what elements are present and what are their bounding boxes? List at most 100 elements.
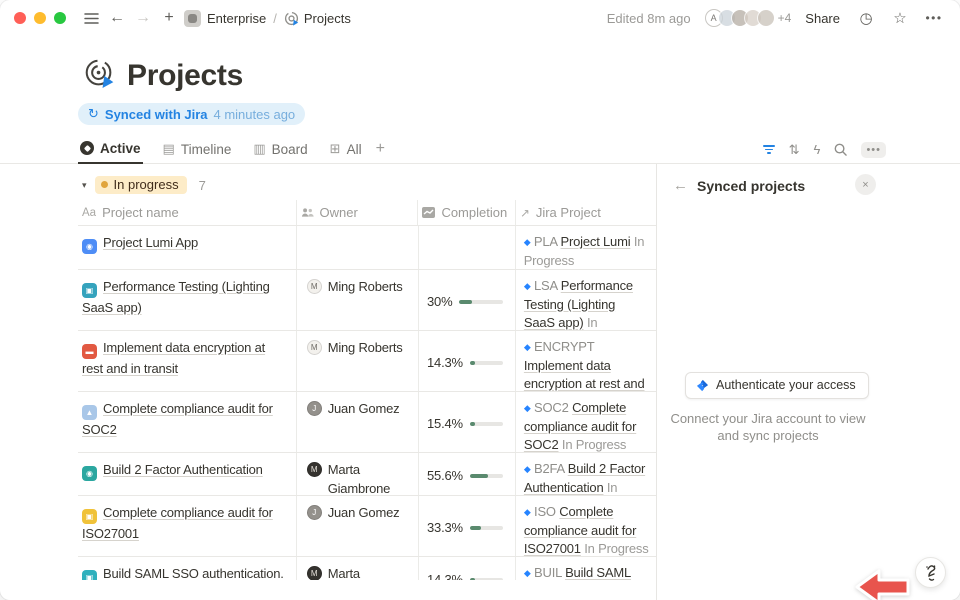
jira-project-cell[interactable]: ◆ ISO Complete compliance audit for ISO2…: [516, 496, 657, 556]
project-name-cell[interactable]: ◉Project Lumi App: [78, 226, 297, 269]
search-icon[interactable]: [834, 143, 847, 156]
jira-diamond-icon: ◆: [524, 281, 531, 291]
owner-cell[interactable]: [297, 226, 419, 269]
external-arrow-icon: ↗: [520, 206, 530, 220]
jira-project-cell[interactable]: ◆ LSA Performance Testing (Lighting SaaS…: [516, 270, 657, 330]
close-window-button[interactable]: [14, 12, 26, 24]
tab-label: All: [347, 142, 362, 157]
progress-bar: [470, 422, 503, 426]
sync-label: Synced with Jira: [105, 107, 208, 122]
completion-cell[interactable]: [419, 226, 516, 269]
panel-title: Synced projects: [697, 178, 805, 194]
view-more-icon[interactable]: •••: [861, 142, 886, 158]
jira-project-cell[interactable]: ◆ PLA Project Lumi In Progress: [516, 226, 657, 269]
app-window: ← → + Enterprise / Projects Edited 8m ag…: [0, 0, 960, 600]
sidebar-toggle-icon[interactable]: [78, 5, 104, 31]
add-view-button[interactable]: +: [376, 140, 385, 158]
project-icon: ▣: [82, 509, 97, 524]
jira-diamond-icon: ◆: [524, 342, 531, 352]
sync-icon: ↻: [88, 106, 99, 122]
jira-project-cell[interactable]: ◆ SOC2 Complete compliance audit for SOC…: [516, 392, 657, 452]
table-row[interactable]: ▣Build SAML SSO authentication. M Marta …: [78, 557, 657, 580]
project-icon: ◉: [82, 239, 97, 254]
minimize-window-button[interactable]: [34, 12, 46, 24]
target-icon: [284, 11, 299, 26]
owner-cell[interactable]: J Juan Gomez: [297, 392, 419, 452]
jira-project-cell[interactable]: ◆ BUIL Build SAML SSO authentication. In…: [516, 557, 657, 580]
sort-icon[interactable]: ⇅: [789, 142, 800, 158]
tab-label: Active: [100, 141, 141, 156]
owner-cell[interactable]: J Juan Gomez: [297, 496, 419, 556]
jira-project-cell[interactable]: ◆ ENCRYPT Implement data encryption at r…: [516, 331, 657, 391]
forward-icon[interactable]: →: [130, 5, 156, 31]
breadcrumb-workspace[interactable]: Enterprise: [207, 11, 266, 26]
filter-icon[interactable]: [763, 145, 775, 154]
share-button[interactable]: Share: [801, 9, 844, 28]
new-page-icon[interactable]: +: [156, 5, 182, 31]
jira-logo-icon: [696, 379, 709, 392]
completion-cell[interactable]: 30%: [419, 270, 516, 330]
owner-cell[interactable]: M Ming Roberts: [297, 270, 419, 330]
project-name-cell[interactable]: ▣Performance Testing (Lighting SaaS app): [78, 270, 297, 330]
jira-project-cell[interactable]: ◆ B2FA Build 2 Factor Authentication In …: [516, 453, 657, 495]
owner-cell[interactable]: M Marta Giambrone: [297, 453, 419, 495]
project-name-cell[interactable]: ▲Complete compliance audit for SOC2: [78, 392, 297, 452]
table-row[interactable]: ▣Complete compliance audit for ISO27001 …: [78, 496, 657, 557]
tab-all[interactable]: ⊞ All: [328, 135, 364, 164]
column-header-project-name[interactable]: Aa Project name: [78, 200, 297, 225]
group-header[interactable]: ▾ In progress 7: [0, 164, 657, 200]
favorite-star-icon[interactable]: ☆: [888, 9, 912, 27]
project-name-cell[interactable]: ◉Build 2 Factor Authentication: [78, 453, 297, 495]
avatar: M: [307, 462, 322, 477]
tab-active[interactable]: Active: [78, 135, 143, 164]
board-icon: ▥: [253, 141, 265, 157]
completion-cell[interactable]: 15.4%: [419, 392, 516, 452]
breadcrumb-separator: /: [273, 11, 277, 26]
completion-cell[interactable]: 14.3%: [419, 331, 516, 391]
avatar: M: [307, 566, 322, 580]
completion-cell[interactable]: 14.3%: [419, 557, 516, 580]
authenticate-access-button[interactable]: Authenticate your access: [685, 372, 869, 399]
table-row[interactable]: ▣Performance Testing (Lighting SaaS app)…: [78, 270, 657, 331]
group-label: In progress: [114, 177, 179, 192]
owner-cell[interactable]: M Marta Giambrone: [297, 557, 419, 580]
breadcrumb-page[interactable]: Projects: [304, 11, 351, 26]
table-icon: ⊞: [330, 141, 341, 157]
table-row[interactable]: ▬Implement data encryption at rest and i…: [78, 331, 657, 392]
progress-bar: [470, 361, 503, 365]
completion-cell[interactable]: 55.6%: [419, 453, 516, 495]
completion-cell[interactable]: 33.3%: [419, 496, 516, 556]
history-clock-icon[interactable]: ◷: [854, 9, 878, 27]
sync-status-badge[interactable]: ↻ Synced with Jira 4 minutes ago: [78, 103, 305, 125]
automation-bolt-icon[interactable]: ϟ: [814, 142, 821, 157]
table-row[interactable]: ◉Project Lumi App ◆ PLA Project Lumi In …: [78, 226, 657, 270]
status-badge: In progress: [95, 176, 187, 194]
owner-cell[interactable]: M Ming Roberts: [297, 331, 419, 391]
active-view-icon: [80, 141, 94, 155]
collaborator-avatars[interactable]: A +4: [705, 9, 792, 27]
zoom-window-button[interactable]: [54, 12, 66, 24]
project-icon: ▣: [82, 570, 97, 580]
more-options-icon[interactable]: •••: [922, 11, 946, 25]
project-icon: ▣: [82, 283, 97, 298]
panel-back-icon[interactable]: ←: [673, 177, 688, 194]
table-row[interactable]: ◉Build 2 Factor Authentication M Marta G…: [78, 453, 657, 496]
avatar-overflow-count: +4: [778, 11, 792, 25]
table-row[interactable]: ▲Complete compliance audit for SOC2 J Ju…: [78, 392, 657, 453]
project-name-cell[interactable]: ▣Build SAML SSO authentication.: [78, 557, 297, 580]
project-name-cell[interactable]: ▣Complete compliance audit for ISO27001: [78, 496, 297, 556]
people-icon: [301, 207, 314, 218]
tab-board[interactable]: ▥ Board: [251, 135, 309, 164]
project-name-cell[interactable]: ▬Implement data encryption at rest and i…: [78, 331, 297, 391]
ai-assistant-button[interactable]: [915, 557, 946, 588]
avatar: J: [307, 505, 322, 520]
column-header-owner[interactable]: Owner: [297, 200, 419, 225]
collapse-triangle-icon[interactable]: ▾: [82, 180, 87, 191]
column-header-completion[interactable]: Completion: [418, 200, 516, 225]
back-icon[interactable]: ←: [104, 5, 130, 31]
close-icon[interactable]: ×: [855, 174, 876, 195]
progress-bar: [459, 300, 502, 304]
titlebar: ← → + Enterprise / Projects Edited 8m ag…: [0, 0, 960, 36]
column-header-jira-project[interactable]: ↗ Jira Project: [516, 200, 657, 225]
tab-timeline[interactable]: ▤ Timeline: [161, 135, 234, 164]
